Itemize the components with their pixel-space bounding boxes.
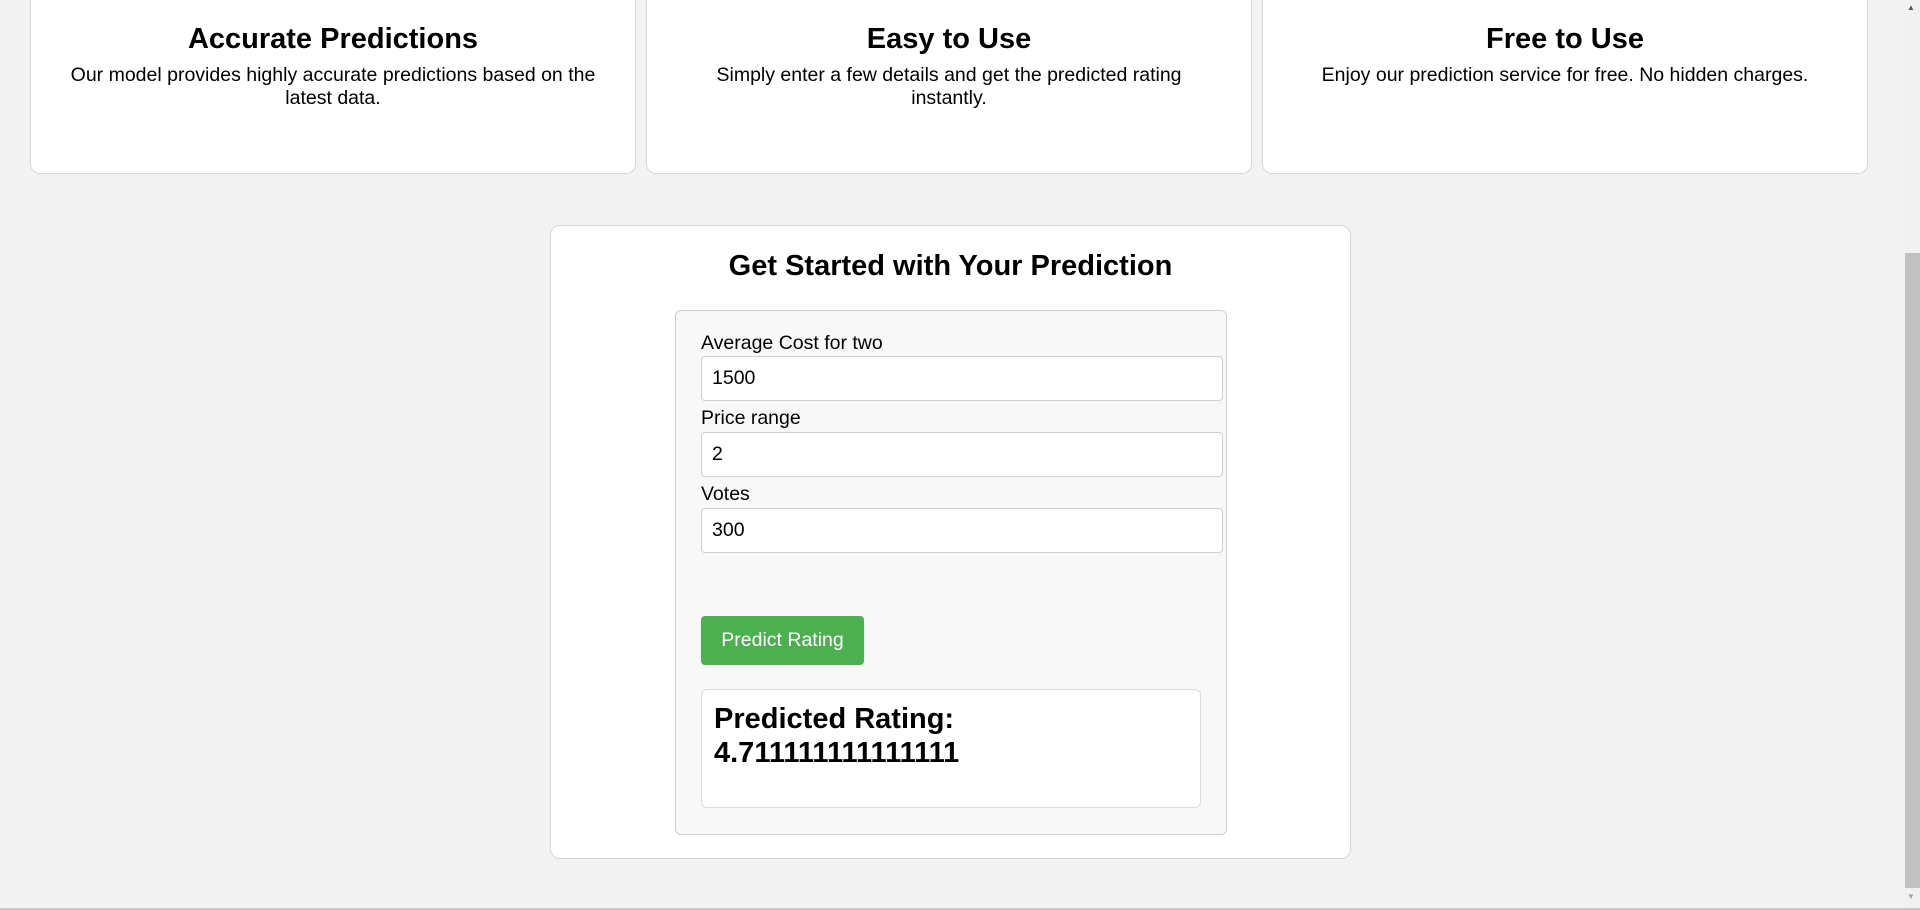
votes-label: Votes — [701, 483, 750, 505]
result-box: Predicted Rating: 4.711111111111111 — [701, 689, 1201, 808]
result-value: 4.711111111111111 — [714, 737, 960, 769]
scrollbar[interactable]: ▲ ▼ — [1903, 0, 1920, 908]
scroll-up-icon[interactable]: ▲ — [1907, 4, 1915, 12]
prediction-form: Average Cost for two Price range Votes P… — [675, 310, 1227, 835]
prediction-title: Get Started with Your Prediction — [728, 250, 1173, 282]
scrollbar-thumb[interactable] — [1905, 253, 1920, 888]
avg-cost-input[interactable] — [701, 356, 1223, 401]
votes-input[interactable] — [701, 508, 1223, 553]
feature-title: Free to Use — [1486, 23, 1644, 55]
price-range-label: Price range — [701, 407, 801, 429]
feature-text: Enjoy our prediction service for free. N… — [1321, 64, 1809, 86]
feature-text: Our model provides highly accurate predi… — [70, 64, 596, 109]
avg-cost-label: Average Cost for two — [701, 332, 883, 354]
feature-title: Accurate Predictions — [187, 23, 479, 55]
result-label: Predicted Rating: — [714, 703, 955, 735]
scroll-down-icon[interactable]: ▼ — [1907, 893, 1915, 901]
feature-card-accurate: Accurate Predictions Our model provides … — [30, 0, 636, 174]
feature-card-easy: Easy to Use Simply enter a few details a… — [646, 0, 1252, 174]
predict-rating-button[interactable]: Predict Rating — [701, 616, 864, 665]
feature-card-free: Free to Use Enjoy our prediction service… — [1262, 0, 1868, 174]
feature-text: Simply enter a few details and get the p… — [716, 64, 1182, 109]
prediction-card: Get Started with Your Prediction Average… — [550, 225, 1351, 859]
feature-title: Easy to Use — [866, 23, 1032, 55]
price-range-input[interactable] — [701, 432, 1223, 477]
